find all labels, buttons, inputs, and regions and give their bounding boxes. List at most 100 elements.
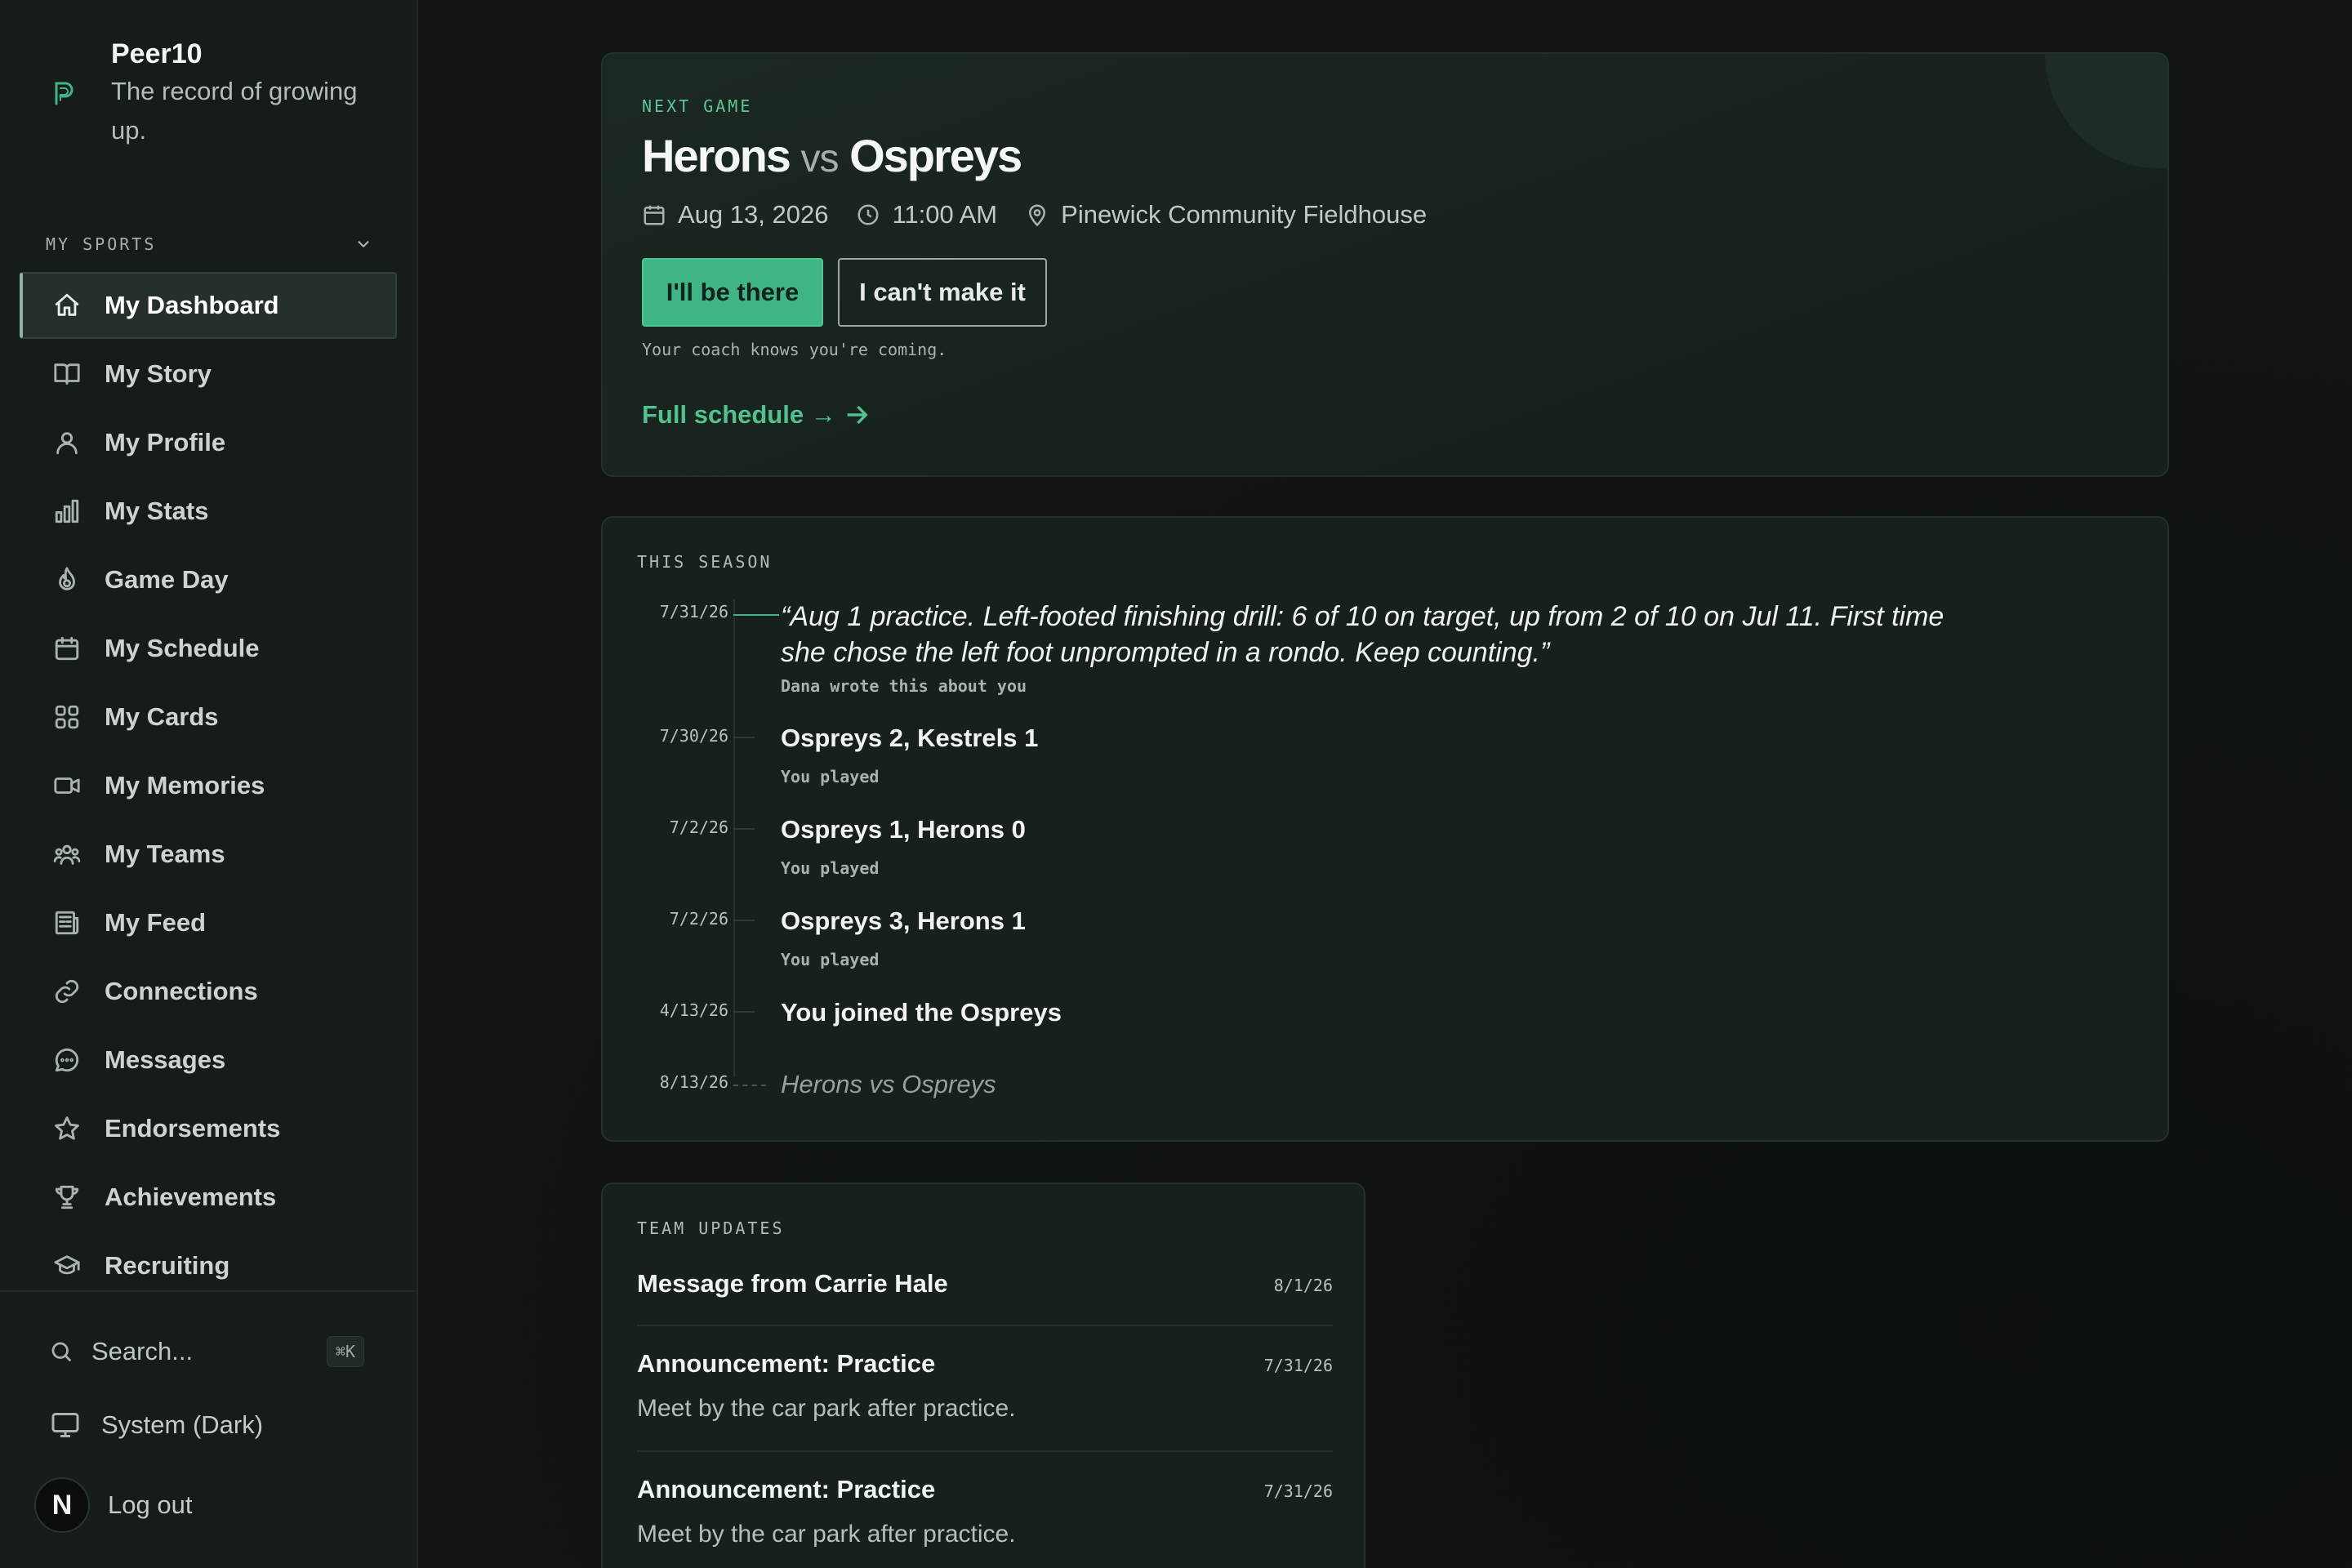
sidebar-item-achievements[interactable]: Achievements	[20, 1164, 397, 1231]
timeline-date: 7/2/26	[669, 909, 728, 929]
link-icon	[51, 975, 83, 1008]
full-schedule-link[interactable]: Full schedule →	[642, 400, 871, 430]
sidebar-item-my-teams[interactable]: My Teams	[20, 821, 397, 888]
sidebar-item-label: My Profile	[105, 428, 226, 457]
update-date: 7/31/26	[1263, 1356, 1333, 1375]
sidebar-item-label: My Teams	[105, 840, 225, 868]
decline-button[interactable]: I can't make it	[838, 258, 1047, 327]
game-date: Aug 13, 2026	[642, 200, 828, 229]
monitor-icon	[51, 1413, 79, 1437]
sidebar-item-label: Endorsements	[105, 1114, 281, 1143]
flame-icon	[51, 564, 83, 596]
sidebar-item-label: Recruiting	[105, 1251, 230, 1280]
game-time-text: 11:00 AM	[892, 200, 998, 229]
grid-icon	[51, 701, 83, 733]
timeline-upcoming-title: Herons vs Ospreys	[781, 1070, 996, 1098]
team-update-item[interactable]: Announcement: Practice 7/31/26 Meet by t…	[637, 1349, 1333, 1447]
sidebar-item-label: My Memories	[105, 771, 265, 800]
sidebar-item-messages[interactable]: Messages	[20, 1027, 397, 1094]
sidebar-nav: My Dashboard My Story My Profile My Stat…	[20, 272, 397, 1301]
game-location-text: Pinewick Community Fieldhouse	[1061, 200, 1428, 229]
sidebar-item-my-stats[interactable]: My Stats	[20, 478, 397, 545]
map-pin-icon	[1029, 204, 1046, 227]
update-body: Meet by the car park after practice.	[637, 1521, 1016, 1548]
search-button[interactable]: Search... ⌘K	[49, 1333, 364, 1370]
logout-label: Log out	[108, 1490, 193, 1519]
sidebar-item-label: My Feed	[105, 908, 207, 937]
sidebar-item-my-story[interactable]: My Story	[20, 341, 397, 408]
timeline-subtitle: You played	[781, 950, 880, 969]
sidebar-item-my-profile[interactable]: My Profile	[20, 409, 397, 476]
update-date: 8/1/26	[1273, 1276, 1333, 1295]
team-update-item[interactable]: Message from Carrie Hale 8/1/26	[637, 1269, 1333, 1326]
keyboard-shortcut: ⌘K	[326, 1336, 364, 1367]
timeline-tick	[733, 1011, 755, 1013]
brand-name: Peer10	[111, 38, 203, 69]
game-location: Pinewick Community Fieldhouse	[1025, 200, 1427, 229]
calendar-icon	[51, 632, 83, 665]
timeline-title: Ospreys 3, Herons 1	[781, 906, 1026, 935]
this-season-card: THIS SEASON 7/31/26 “Aug 1 practice. Lef…	[601, 516, 2169, 1142]
home-team: Herons	[642, 130, 791, 181]
timeline-subtitle: You played	[781, 858, 880, 878]
peer10-logo-icon	[55, 82, 74, 105]
sidebar-item-my-dashboard[interactable]: My Dashboard	[20, 272, 397, 339]
sidebar-divider	[0, 1290, 418, 1292]
timeline-line	[733, 599, 735, 1077]
sidebar-item-my-cards[interactable]: My Cards	[20, 684, 397, 751]
theme-label: System (Dark)	[101, 1410, 264, 1439]
sidebar-item-connections[interactable]: Connections	[20, 958, 397, 1025]
matchup-title: Herons vs Ospreys	[642, 129, 1022, 182]
attend-button[interactable]: I'll be there	[642, 258, 823, 327]
next-game-eyebrow: NEXT GAME	[642, 96, 753, 116]
chevron-down-icon	[358, 241, 369, 247]
timeline-tick	[733, 614, 779, 616]
timeline-title: Ospreys 2, Kestrels 1	[781, 724, 1039, 752]
timeline-title: You joined the Ospreys	[781, 998, 1062, 1027]
update-title: Message from Carrie Hale	[637, 1269, 948, 1298]
clock-icon	[858, 204, 879, 225]
game-meta: Aug 13, 2026 11:00 AM Pinewick Community…	[642, 194, 1454, 235]
timeline-tick	[733, 1085, 766, 1086]
update-title: Announcement: Practice	[637, 1349, 936, 1378]
timeline-tick	[733, 737, 755, 738]
game-time: 11:00 AM	[856, 200, 997, 229]
sidebar-item-my-memories[interactable]: My Memories	[20, 752, 397, 819]
rsvp-buttons: I'll be there I can't make it	[642, 258, 1047, 327]
timeline-date: 8/13/26	[659, 1072, 728, 1092]
sidebar-item-label: My Story	[105, 359, 212, 388]
full-schedule-label: Full schedule →	[642, 400, 836, 429]
next-game-card: NEXT GAME Herons vs Ospreys Aug 13, 2026…	[601, 52, 2169, 477]
sidebar-item-label: Achievements	[105, 1183, 277, 1211]
timeline-title: Ospreys 1, Herons 0	[781, 815, 1026, 844]
sidebar-item-label: Game Day	[105, 565, 229, 594]
timeline-date: 7/30/26	[659, 726, 728, 746]
sidebar-item-recruiting[interactable]: Recruiting	[20, 1232, 397, 1299]
logout-button[interactable]: N Log out	[34, 1477, 192, 1534]
sidebar-item-label: My Dashboard	[105, 291, 279, 319]
sidebar-item-label: My Cards	[105, 702, 219, 731]
theme-toggle[interactable]: System (Dark)	[51, 1405, 263, 1446]
this-season-eyebrow: THIS SEASON	[637, 552, 773, 572]
sidebar-item-my-feed[interactable]: My Feed	[20, 889, 397, 956]
game-date-text: Aug 13, 2026	[678, 200, 829, 229]
my-sports-toggle[interactable]: MY SPORTS	[46, 232, 372, 256]
sidebar-item-my-schedule[interactable]: My Schedule	[20, 615, 397, 682]
team-update-item[interactable]: Announcement: Practice 7/31/26 Meet by t…	[637, 1475, 1333, 1568]
user-icon	[51, 426, 83, 459]
update-divider	[637, 1450, 1333, 1452]
bar-chart-icon	[51, 495, 83, 528]
arrow-right-icon	[847, 405, 868, 425]
sidebar-item-game-day[interactable]: Game Day	[20, 546, 397, 613]
sidebar: Peer10 The record of growing up. MY SPOR…	[0, 0, 418, 1568]
sidebar-item-endorsements[interactable]: Endorsements	[20, 1095, 397, 1162]
home-icon	[51, 289, 83, 322]
team-updates-card: TEAM UPDATES Message from Carrie Hale 8/…	[601, 1183, 1365, 1568]
newspaper-icon	[51, 906, 83, 939]
avatar: N	[34, 1477, 90, 1533]
timeline-date: 4/13/26	[659, 1000, 728, 1020]
vs-label: vs	[800, 137, 840, 180]
quote-attribution: Dana wrote this about you	[781, 676, 1027, 696]
search-label: Search...	[91, 1337, 194, 1365]
message-icon	[51, 1044, 83, 1076]
